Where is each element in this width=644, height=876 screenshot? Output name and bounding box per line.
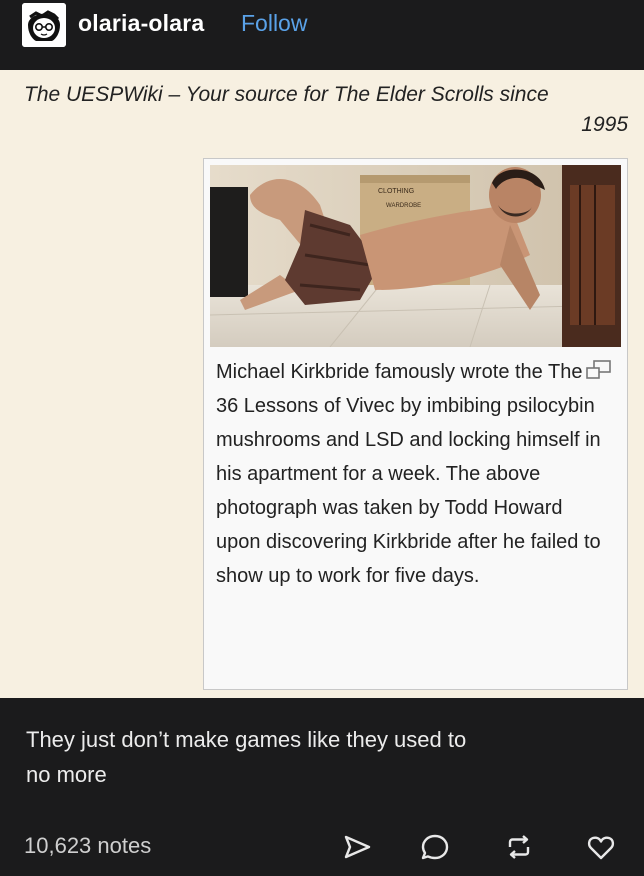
avatar[interactable] — [22, 3, 66, 47]
photograph: CLOTHING WARDROBE — [210, 165, 621, 347]
reply-icon[interactable] — [420, 832, 450, 862]
avatar-drawing — [22, 3, 66, 47]
box-label-2: WARDROBE — [386, 203, 421, 209]
post-image-headline: The UESPWiki – Your source for The Elder… — [24, 80, 630, 140]
photo-caption: Michael Kirkbride famously wrote the The… — [216, 361, 601, 587]
post-header: olaria-olara Follow — [0, 0, 644, 70]
post-body-line-2: no more — [26, 762, 107, 787]
box-label-1: CLOTHING — [378, 188, 414, 195]
post-image: The UESPWiki – Your source for The Elder… — [0, 70, 644, 698]
share-icon[interactable] — [342, 832, 372, 862]
post-footer: 10,623 notes — [0, 820, 644, 876]
enlarge-icon[interactable] — [585, 359, 613, 381]
wiki-thumbnail: CLOTHING WARDROBE Michael Kirkbride famo… — [203, 158, 628, 690]
headline-line-1: The UESPWiki – Your source for The Elder… — [24, 83, 549, 106]
like-icon[interactable] — [586, 832, 616, 862]
username[interactable]: olaria-olara — [78, 10, 204, 37]
follow-button[interactable]: Follow — [241, 10, 307, 37]
notes-count[interactable]: 10,623 notes — [24, 833, 151, 859]
reblog-icon[interactable] — [504, 832, 534, 862]
post-body-line-1: They just don’t make games like they use… — [26, 727, 467, 752]
headline-line-2: 1995 — [581, 113, 628, 136]
photograph-drawing: CLOTHING WARDROBE — [210, 165, 621, 347]
post-body: They just don’t make games like they use… — [26, 722, 616, 792]
